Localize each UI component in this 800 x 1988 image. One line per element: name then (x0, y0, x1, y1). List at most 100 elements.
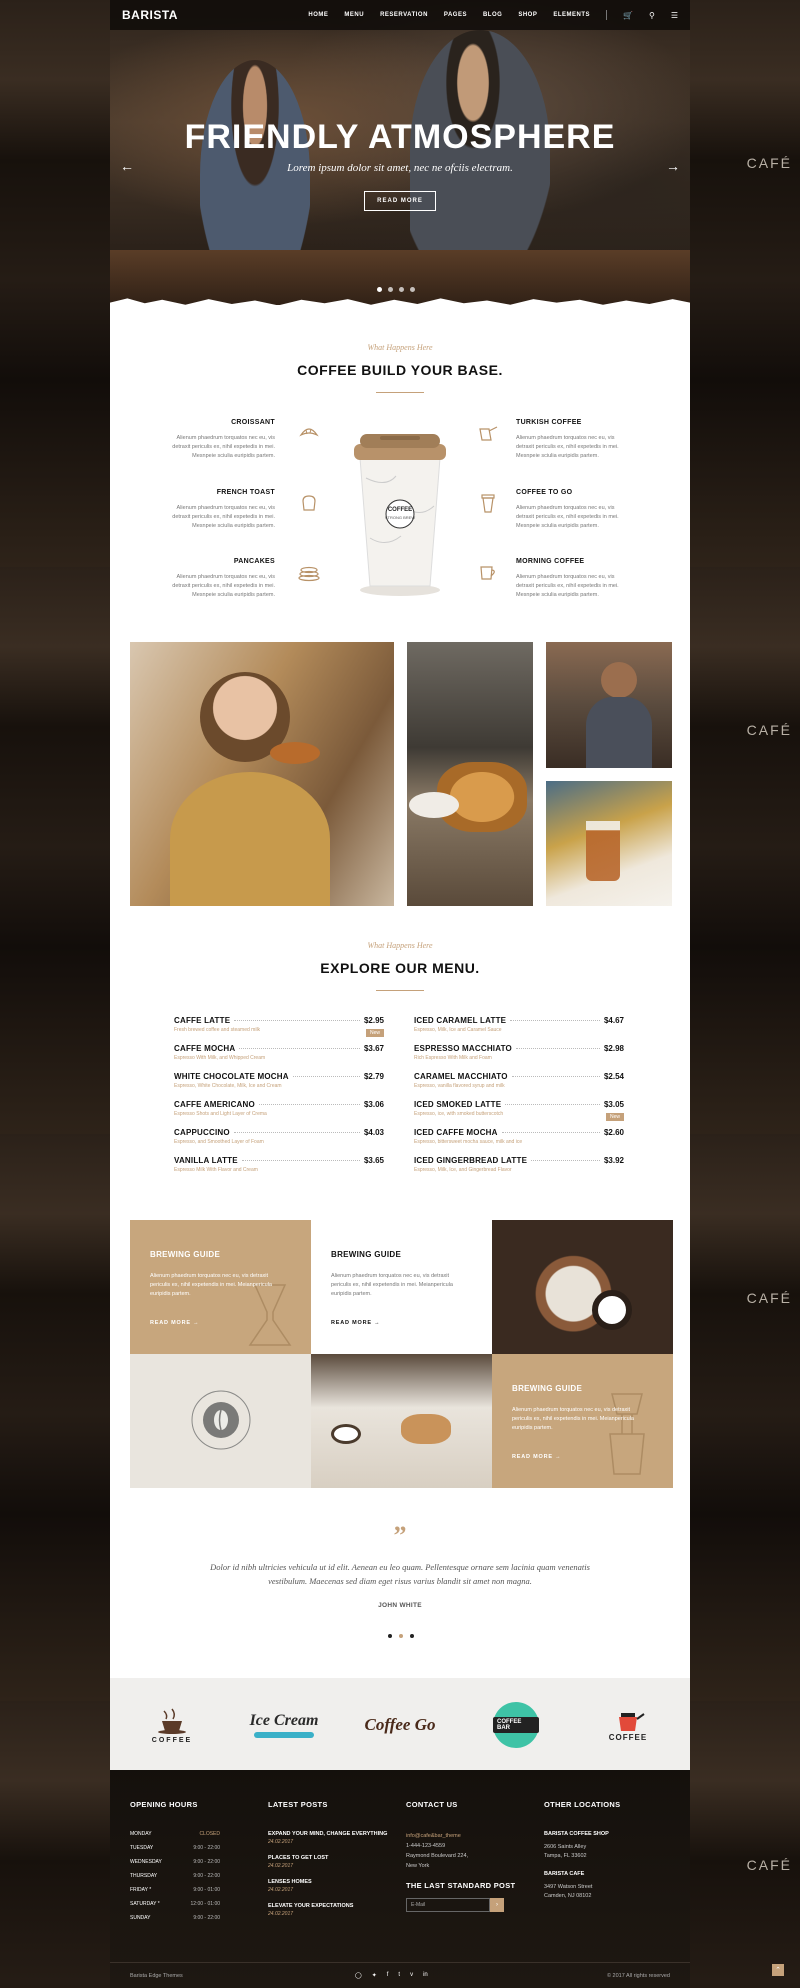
menu-item-desc: Rich Espresso With Milk and Foam (414, 1055, 492, 1061)
feature-text: Alienum phaedrum torquatos nec eu, vis d… (172, 435, 275, 459)
footer-heading: OPENING HOURS (130, 1800, 198, 1809)
section-title: EXPLORE OUR MENU. (320, 960, 480, 976)
cart-icon[interactable]: 🛒 (623, 11, 633, 20)
back-to-top-icon[interactable]: ⌃ (772, 1964, 784, 1976)
breakfast-photo (492, 1220, 673, 1354)
quote-icon: ” (393, 1521, 407, 1550)
slider-dot[interactable] (388, 287, 393, 292)
gallery-photo-barista[interactable] (546, 642, 672, 768)
brewing-guide-card[interactable]: BREWING GUIDE Alienum phaedrum torquatos… (492, 1354, 673, 1488)
menu-item-price: $2.60 (603, 1128, 624, 1137)
feature-title: MORNING COFFEE (516, 558, 585, 565)
arrow-right-icon[interactable]: → (666, 158, 680, 174)
nav-reservation[interactable]: RESERVATION (380, 12, 428, 18)
menu-item-desc: Espresso, Milk, Ice and Caramel Sauce (414, 1027, 502, 1033)
menu-item-name: ICED CARAMEL LATTE (414, 1016, 507, 1025)
partner-logo[interactable]: COFFEE BAR (476, 1698, 556, 1752)
slider-dot[interactable] (399, 1634, 403, 1638)
submit-arrow-icon[interactable]: › (490, 1898, 504, 1912)
hero-read-more-button[interactable]: READ MORE (364, 191, 436, 211)
brand-logo[interactable]: BARISTA (122, 8, 178, 22)
slider-dot[interactable] (388, 1634, 392, 1638)
menu-item[interactable]: ICED CARAMEL LATTE $4.67 Espresso, Milk, … (414, 1016, 624, 1033)
section-title: COFFEE BUILD YOUR BASE. (297, 362, 503, 378)
partner-logo[interactable]: COFFEE (132, 1698, 212, 1752)
slider-dot[interactable] (399, 287, 404, 292)
linkedin-icon[interactable]: in (423, 1972, 428, 1979)
footer-post[interactable]: LENSES HOMES 24.02.2017 (268, 1879, 387, 1893)
partner-logo[interactable]: Coffee Go (360, 1698, 440, 1752)
card-title: BREWING GUIDE (331, 1250, 402, 1259)
slider-dot[interactable] (410, 287, 415, 292)
nav-pages[interactable]: PAGES (444, 12, 467, 18)
coffee-cup-image: COFFEE STRONG BREW (346, 418, 454, 598)
nav-shop[interactable]: SHOP (518, 12, 537, 18)
menu-item[interactable]: VANILLA LATTE $3.65 Espresso Milk With Fl… (174, 1156, 384, 1173)
brewing-guide-card[interactable]: BREWING GUIDE Alienum phaedrum torquatos… (311, 1220, 492, 1354)
facebook-icon[interactable]: f (387, 1972, 389, 1979)
partner-logo[interactable]: Ice Cream (244, 1698, 324, 1752)
nav-menu[interactable]: MENU (344, 12, 364, 18)
card-text: Alienum phaedrum torquatos nec eu, vis d… (512, 1407, 634, 1431)
testimonial-quote: Dolor id nibh ultricies vehicula ut id e… (210, 1562, 590, 1586)
menu-item-desc: Espresso Milk With Flavor and Cream (174, 1167, 258, 1173)
brewing-guide-card[interactable]: BREWING GUIDE Alienum phaedrum torquatos… (130, 1220, 311, 1354)
partner-logo[interactable]: COFFEE (588, 1698, 668, 1752)
menu-item[interactable]: CARAMEL MACCHIATO $2.54 Espresso, vanilla… (414, 1072, 624, 1089)
menu-item[interactable]: CAFFE AMERICANO $3.06 Espresso Shots and … (174, 1100, 384, 1117)
contact-phone: 1-444-123-4559 (406, 1843, 446, 1849)
menu-item-name: VANILLA LATTE (174, 1156, 238, 1165)
card-title: BREWING GUIDE (512, 1384, 583, 1393)
menu-item[interactable]: CAPPUCCINO $4.03 Espresso, and Smoothed L… (174, 1128, 384, 1145)
menu-item[interactable]: CAFFE MOCHA $3.67 Espresso With Milk, and… (174, 1044, 384, 1061)
read-more-link[interactable]: READ MORE → (331, 1320, 380, 1326)
page-content: FRIENDLY ATMOSPHERE Lorem ipsum dolor si… (110, 0, 690, 1770)
gallery-photo-iced-coffee[interactable] (546, 781, 672, 906)
cezve-icon (477, 422, 499, 444)
slider-dot[interactable] (410, 1634, 414, 1638)
cup-sublabel: STRONG BREW (384, 515, 416, 520)
menu-item[interactable]: ICED CAFFE MOCHA $2.60 Espresso, bittersw… (414, 1128, 624, 1145)
feature-text: Alienum phaedrum torquatos nec eu, vis d… (516, 505, 619, 529)
nav-elements[interactable]: ELEMENTS (553, 12, 590, 18)
menu-item-price: $3.06 (363, 1100, 384, 1109)
croissant-icon (298, 422, 320, 444)
menu-item[interactable]: ESPRESSO MACCHIATO $2.98 Rich Espresso Wi… (414, 1044, 624, 1061)
menu-item-desc: Espresso, ice, with smoked butterscotch (414, 1111, 504, 1117)
main-nav: HOME MENU RESERVATION PAGES BLOG SHOP EL… (308, 10, 678, 20)
menu-item[interactable]: WHITE CHOCOLATE MOCHA $2.79 Espresso, Whi… (174, 1072, 384, 1089)
menu-item[interactable]: ICED SMOKED LATTE $3.05 Espresso, ice, wi… (414, 1100, 624, 1121)
tumblr-icon[interactable]: t (398, 1972, 400, 1979)
nav-home[interactable]: HOME (308, 12, 328, 18)
menu-item-desc: Espresso, and Smoothed Layer of Foam (174, 1139, 264, 1145)
twitter-icon[interactable]: ✦ (372, 1972, 377, 1979)
contact-email[interactable]: info@cafe&bar_theme (406, 1831, 515, 1841)
menu-item[interactable]: CAFFE LATTE $2.95 Fresh brewed coffee and… (174, 1016, 384, 1037)
menu-item[interactable]: ICED GINGERBREAD LATTE $3.92 Espresso, Mi… (414, 1156, 624, 1173)
menu-item-name: CAFFE MOCHA (174, 1044, 236, 1053)
vimeo-icon[interactable]: v (410, 1972, 413, 1979)
arrow-left-icon[interactable]: ← (120, 158, 134, 174)
read-more-link[interactable]: READ MORE → (512, 1454, 561, 1460)
footer-post[interactable]: ELEVATE YOUR EXPECTATIONS 24.02.2017 (268, 1903, 387, 1917)
footer-post[interactable]: EXPAND YOUR MIND, CHANGE EVERYTHING 24.02… (268, 1831, 387, 1845)
toast-icon (298, 492, 320, 514)
email-input[interactable]: E-Mail (406, 1898, 490, 1912)
feature-title: TURKISH COFFEE (516, 419, 582, 426)
instagram-icon[interactable]: ◯ (355, 1972, 362, 1979)
feature-title: CROISSANT (231, 419, 275, 426)
cafe-sign: CAFÉ (746, 1857, 792, 1873)
gallery-photo-croissants-basket[interactable] (407, 642, 533, 906)
footer-post[interactable]: PLACES TO GET LOST 24.02.2017 (268, 1855, 387, 1869)
read-more-link[interactable]: READ MORE → (150, 1320, 199, 1326)
feature-text: Alienum phaedrum torquatos nec eu, vis d… (172, 574, 275, 598)
search-icon[interactable]: ⚲ (649, 11, 655, 20)
nav-blog[interactable]: BLOG (483, 12, 502, 18)
menu-icon[interactable]: ☰ (671, 11, 678, 20)
menu-item-desc: Espresso With Milk, and Whipped Cream (174, 1055, 266, 1061)
hours-row: FRIDAY * 9:00 - 01:00 (130, 1887, 220, 1893)
footer-heading: THE LAST STANDARD POST (406, 1881, 516, 1890)
hours-row: SATURDAY * 12:00 - 01:00 (130, 1901, 220, 1907)
gallery-photo-woman-croissant[interactable] (130, 642, 394, 906)
slider-dot[interactable] (377, 287, 382, 292)
